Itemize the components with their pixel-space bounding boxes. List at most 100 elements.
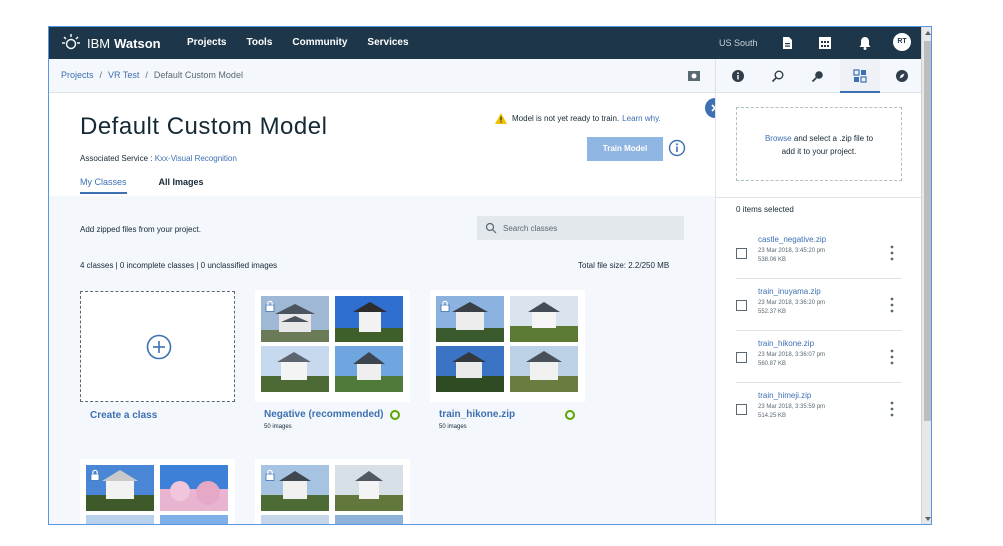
tool-data-assets[interactable] <box>840 59 880 93</box>
tool-search[interactable] <box>758 59 798 93</box>
bell-icon[interactable] <box>857 35 873 51</box>
nav-link-community[interactable]: Community <box>292 37 347 48</box>
learn-why-link[interactable]: Learn why. <box>622 114 661 123</box>
cherry-blossom-thumbnail <box>160 465 228 511</box>
warning-icon <box>495 113 507 124</box>
model-header: Default Custom Model Associated Service … <box>49 93 715 196</box>
file-checkbox[interactable] <box>736 352 747 363</box>
file-name[interactable]: train_hikone.zip <box>758 339 814 348</box>
nav-link-projects[interactable]: Projects <box>187 37 226 48</box>
scrollbar-thumb[interactable] <box>924 41 931 421</box>
lock-icon <box>265 300 275 312</box>
class-card-negative[interactable]: Negative (recommended) 50 images <box>255 290 410 430</box>
data-panel: Browse and select a .zip file to add it … <box>715 59 922 524</box>
associated-service-link[interactable]: Kxx-Visual Recognition <box>155 154 237 163</box>
selected-count: 0 items selected <box>736 205 794 214</box>
info-icon <box>732 70 744 82</box>
overflow-menu-icon[interactable] <box>890 401 894 417</box>
tool-info[interactable] <box>718 59 758 93</box>
castle-thumbnail <box>261 465 329 511</box>
camera-icon[interactable] <box>687 69 701 83</box>
dropzone-text-2: add it to your project. <box>781 147 857 156</box>
scroll-down-arrow-icon[interactable] <box>925 517 931 521</box>
breadcrumb-bar: Projects / VR Test / Default Custom Mode… <box>49 59 715 93</box>
create-class-label[interactable]: Create a class <box>90 410 157 421</box>
breadcrumb-separator: / <box>99 70 103 80</box>
class-name[interactable]: train_hikone.zip <box>439 409 515 420</box>
file-size: 538.06 KB <box>758 257 787 263</box>
castle-thumbnail <box>86 465 154 511</box>
grid-data-icon <box>853 69 867 83</box>
add-circle-icon <box>146 334 172 360</box>
train-model-button[interactable]: Train Model <box>587 137 663 161</box>
file-date: 23 Mar 2018, 3:45:20 pm <box>758 248 826 254</box>
class-card[interactable] <box>80 459 235 524</box>
file-date: 23 Mar 2018, 3:36:07 pm <box>758 352 826 358</box>
file-dropzone[interactable]: Browse and select a .zip file to add it … <box>736 107 902 181</box>
brand-name: Watson <box>114 35 161 51</box>
file-name[interactable]: train_himeji.zip <box>758 391 811 400</box>
overflow-menu-icon[interactable] <box>890 349 894 365</box>
tab-all-images[interactable]: All Images <box>159 177 204 194</box>
file-name[interactable]: train_inuyama.zip <box>758 287 821 296</box>
search-icon <box>485 222 497 234</box>
search-classes-input[interactable]: Search classes <box>477 216 684 240</box>
panel-divider <box>716 197 922 198</box>
file-checkbox[interactable] <box>736 300 747 311</box>
breadcrumb: Projects / VR Test / Default Custom Mode… <box>61 70 243 80</box>
castle-thumbnail <box>510 346 578 392</box>
brand-logo[interactable]: IBM Watson <box>61 33 161 53</box>
file-date: 23 Mar 2018, 3:35:59 pm <box>758 404 826 410</box>
breadcrumb-current: Default Custom Model <box>153 70 243 80</box>
associated-service-label: Associated Service : <box>80 154 155 163</box>
class-card-hikone[interactable]: train_hikone.zip 50 images <box>430 290 585 430</box>
file-name[interactable]: castle_negative.zip <box>758 235 826 244</box>
breadcrumb-vr-test[interactable]: VR Test <box>108 70 139 80</box>
nav-link-services[interactable]: Services <box>367 37 408 48</box>
region-selector[interactable]: US South <box>719 38 758 48</box>
castle-thumbnail <box>86 515 154 524</box>
overflow-menu-icon[interactable] <box>890 297 894 313</box>
warning-text: Model is not yet ready to train. <box>512 114 620 123</box>
check-circle-icon <box>565 410 575 420</box>
file-checkbox[interactable] <box>736 404 747 415</box>
class-name[interactable]: Negative (recommended) <box>264 409 383 420</box>
file-item: castle_negative.zip 23 Mar 2018, 3:45:20… <box>736 227 902 279</box>
create-class-card[interactable] <box>80 291 235 402</box>
castle-thumbnail <box>335 346 403 392</box>
lock-icon <box>90 469 100 481</box>
user-avatar[interactable]: RT <box>893 33 911 51</box>
castle-thumbnail <box>335 296 403 342</box>
castle-thumbnail <box>335 515 403 524</box>
lock-icon <box>440 300 450 312</box>
top-nav: IBM Watson Projects Tools Community Serv… <box>49 27 931 59</box>
tool-assets[interactable] <box>798 59 838 93</box>
watson-logo-icon <box>62 34 80 50</box>
browse-link[interactable]: Browse <box>765 134 792 143</box>
dropzone-text: and select a .zip file to <box>791 134 874 143</box>
catalog-icon[interactable] <box>817 35 833 51</box>
tool-compass[interactable] <box>882 59 922 93</box>
find-icon <box>771 70 784 83</box>
overflow-menu-icon[interactable] <box>890 245 894 261</box>
app-window: IBM Watson Projects Tools Community Serv… <box>48 26 932 525</box>
breadcrumb-projects[interactable]: Projects <box>61 70 94 80</box>
lock-icon <box>265 469 275 481</box>
document-icon[interactable] <box>779 35 795 51</box>
file-size: 552.37 KB <box>758 309 787 315</box>
nav-link-tools[interactable]: Tools <box>246 37 272 48</box>
info-icon[interactable] <box>668 139 686 157</box>
file-checkbox[interactable] <box>736 248 747 259</box>
tab-my-classes[interactable]: My Classes <box>80 177 127 194</box>
training-warning: Model is not yet ready to train. Learn w… <box>495 113 661 124</box>
file-item: train_himeji.zip 23 Mar 2018, 3:35:59 pm… <box>736 383 902 435</box>
breadcrumb-separator: / <box>145 70 148 80</box>
scroll-up-arrow-icon[interactable] <box>925 31 931 35</box>
compass-icon <box>896 70 908 82</box>
castle-thumbnail <box>335 465 403 511</box>
class-image-count: 50 images <box>264 424 292 430</box>
class-card[interactable] <box>255 459 410 524</box>
castle-thumbnail <box>436 346 504 392</box>
class-image-count: 50 images <box>439 424 467 430</box>
scrollbar[interactable] <box>921 27 931 524</box>
